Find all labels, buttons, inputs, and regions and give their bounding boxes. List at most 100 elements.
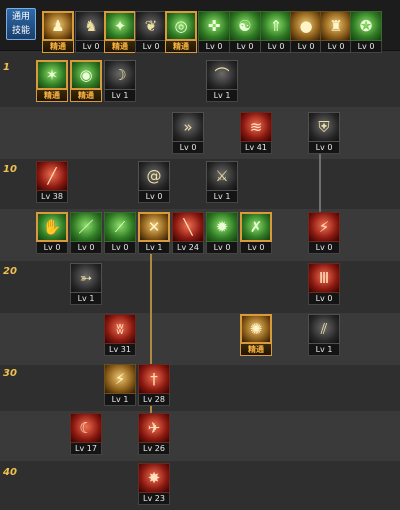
- common-skill-orb[interactable]: ● Lv 0: [290, 11, 322, 53]
- level-marker: 10: [3, 164, 17, 175]
- skill-level-label: Lv 38: [36, 191, 68, 203]
- skill-slot[interactable]: ╱ Lv 38: [36, 161, 68, 203]
- skill-slot[interactable]: ／ Lv 0: [70, 212, 102, 254]
- skill-slot[interactable]: ✶ 精通: [36, 60, 68, 102]
- row-band-20: [0, 261, 400, 313]
- eye-icon: ◉: [70, 60, 102, 90]
- skill-level-label: Lv 1: [104, 90, 136, 102]
- common-skill-meditating[interactable]: ☯ Lv 0: [229, 11, 261, 53]
- common-skill-wings[interactable]: ❦ Lv 0: [135, 11, 167, 53]
- skill-slot[interactable]: ʬ Lv 31: [104, 314, 136, 356]
- green-spark-icon: ✹: [206, 212, 238, 242]
- slash-burst-icon: ✶: [36, 60, 68, 90]
- skill-level-label: Lv 0: [206, 242, 238, 254]
- green-claw-icon: ✋: [36, 212, 68, 242]
- skill-tree: 通用 技能 ♟ 精通 ♞ Lv 0 ✦ 精通 ❦ Lv 0 ◎ 精通 ✜ Lv 0 ☯ Lv …: [0, 0, 400, 510]
- skill-slot[interactable]: † Lv 28: [138, 364, 170, 406]
- skill-slot[interactable]: ✋ Lv 0: [36, 212, 68, 254]
- skill-level-label: Lv 0: [104, 242, 136, 254]
- common-skill-crouching[interactable]: ♞ Lv 0: [75, 11, 107, 53]
- meditating-figure-icon: ☯: [229, 11, 261, 41]
- wings-icon: ❦: [135, 11, 167, 41]
- skill-slot[interactable]: ⟋ Lv 0: [104, 212, 136, 254]
- red-blade-icon: ╲: [172, 212, 204, 242]
- sitting-figure-icon: ♟: [42, 11, 74, 41]
- skill-level-label: Lv 26: [138, 443, 170, 455]
- common-skill-crosshair[interactable]: ✜ Lv 0: [198, 11, 230, 53]
- skill-slot[interactable]: ◉ 精通: [70, 60, 102, 102]
- skill-level-label: 精通: [104, 41, 136, 53]
- skill-slot[interactable]: ⚡ Lv 0: [308, 212, 340, 254]
- skill-level-label: Lv 0: [308, 293, 340, 305]
- skill-slot[interactable]: ➳ Lv 1: [70, 263, 102, 305]
- skill-level-label: Lv 23: [138, 493, 170, 505]
- skill-slot[interactable]: ⚔ Lv 1: [206, 161, 238, 203]
- skill-slot[interactable]: ⛨ Lv 0: [308, 112, 340, 154]
- skill-slot[interactable]: ✕ Lv 1: [138, 212, 170, 254]
- skill-level-label: Lv 0: [36, 242, 68, 254]
- red-wave-icon: ≋: [240, 112, 272, 142]
- skill-level-label: Lv 0: [240, 242, 272, 254]
- orb-icon: ●: [290, 11, 322, 41]
- skill-level-label: Lv 41: [240, 142, 272, 154]
- level-marker: 30: [3, 368, 17, 379]
- skill-slot[interactable]: ⫽ Lv 1: [308, 314, 340, 356]
- power-figure-icon: ✪: [350, 11, 382, 41]
- running-figure-icon: ✦: [104, 11, 136, 41]
- diagonal-slash-icon: ⫽: [308, 314, 340, 344]
- common-skills-label: 通用 技能: [6, 8, 36, 40]
- skill-slot[interactable]: Ⅲ Lv 0: [308, 263, 340, 305]
- skill-slot[interactable]: ≋ Lv 41: [240, 112, 272, 154]
- skill-slot[interactable]: @ Lv 0: [138, 161, 170, 203]
- skill-level-label: Lv 1: [206, 191, 238, 203]
- red-sword-icon: †: [138, 364, 170, 394]
- skill-slot[interactable]: ✹ Lv 0: [206, 212, 238, 254]
- common-skill-target[interactable]: ◎ 精通: [165, 11, 197, 53]
- skill-level-label: Lv 0: [320, 41, 352, 53]
- row-band-25: [0, 313, 400, 365]
- common-skill-armored[interactable]: ♜ Lv 0: [320, 11, 352, 53]
- curved-blade-icon: ⌒: [206, 60, 238, 90]
- skill-level-label: 精通: [42, 41, 74, 53]
- skill-slot[interactable]: ✸ Lv 23: [138, 463, 170, 505]
- skill-level-label: Lv 0: [350, 41, 382, 53]
- target-icon: ◎: [165, 11, 197, 41]
- green-blade-icon: ⟋: [104, 212, 136, 242]
- skill-slot[interactable]: ⚡ Lv 1: [104, 364, 136, 406]
- armored-figure-icon: ♜: [320, 11, 352, 41]
- skill-slot[interactable]: ☾ Lv 17: [70, 413, 102, 455]
- skill-level-label: Lv 17: [70, 443, 102, 455]
- skill-slot[interactable]: ☽ Lv 1: [104, 60, 136, 102]
- skill-level-label: 精通: [36, 90, 68, 102]
- shield-icon: ⛨: [308, 112, 340, 142]
- gold-streak-icon: ⚡: [104, 364, 136, 394]
- common-skill-sitting[interactable]: ♟ 精通: [42, 11, 74, 53]
- skill-slot[interactable]: » Lv 0: [172, 112, 204, 154]
- spiral-icon: @: [138, 161, 170, 191]
- skill-slot[interactable]: ✈ Lv 26: [138, 413, 170, 455]
- red-pillars-icon: Ⅲ: [308, 263, 340, 293]
- level-marker: 40: [3, 467, 17, 478]
- skill-level-label: Lv 0: [75, 41, 107, 53]
- common-skill-power[interactable]: ✪ Lv 0: [350, 11, 382, 53]
- skill-level-label: Lv 28: [138, 394, 170, 406]
- skill-level-label: Lv 1: [206, 90, 238, 102]
- dash-slash-icon: ➳: [70, 263, 102, 293]
- skill-level-label: 精通: [70, 90, 102, 102]
- skill-level-label: Lv 0: [172, 142, 204, 154]
- dual-blades-icon: ✕: [138, 212, 170, 242]
- row-band-30: [0, 365, 400, 411]
- skill-slot[interactable]: ✗ Lv 0: [240, 212, 272, 254]
- skill-slot[interactable]: ⌒ Lv 1: [206, 60, 238, 102]
- triple-arrow-icon: »: [172, 112, 204, 142]
- red-slash-icon: ╱: [36, 161, 68, 191]
- red-phoenix-icon: ✈: [138, 413, 170, 443]
- gold-burst-icon: ✺: [240, 314, 272, 344]
- skill-slot[interactable]: ✺ 精通: [240, 314, 272, 356]
- common-skill-rising[interactable]: ⇑ Lv 0: [260, 11, 292, 53]
- red-explosion-icon: ✸: [138, 463, 170, 493]
- skill-slot[interactable]: ╲ Lv 24: [172, 212, 204, 254]
- common-skills-bar: 通用 技能 ♟ 精通 ♞ Lv 0 ✦ 精通 ❦ Lv 0 ◎ 精通 ✜ Lv 0 ☯ Lv …: [0, 0, 400, 53]
- skill-level-label: 精通: [240, 344, 272, 356]
- common-skill-running[interactable]: ✦ 精通: [104, 11, 136, 53]
